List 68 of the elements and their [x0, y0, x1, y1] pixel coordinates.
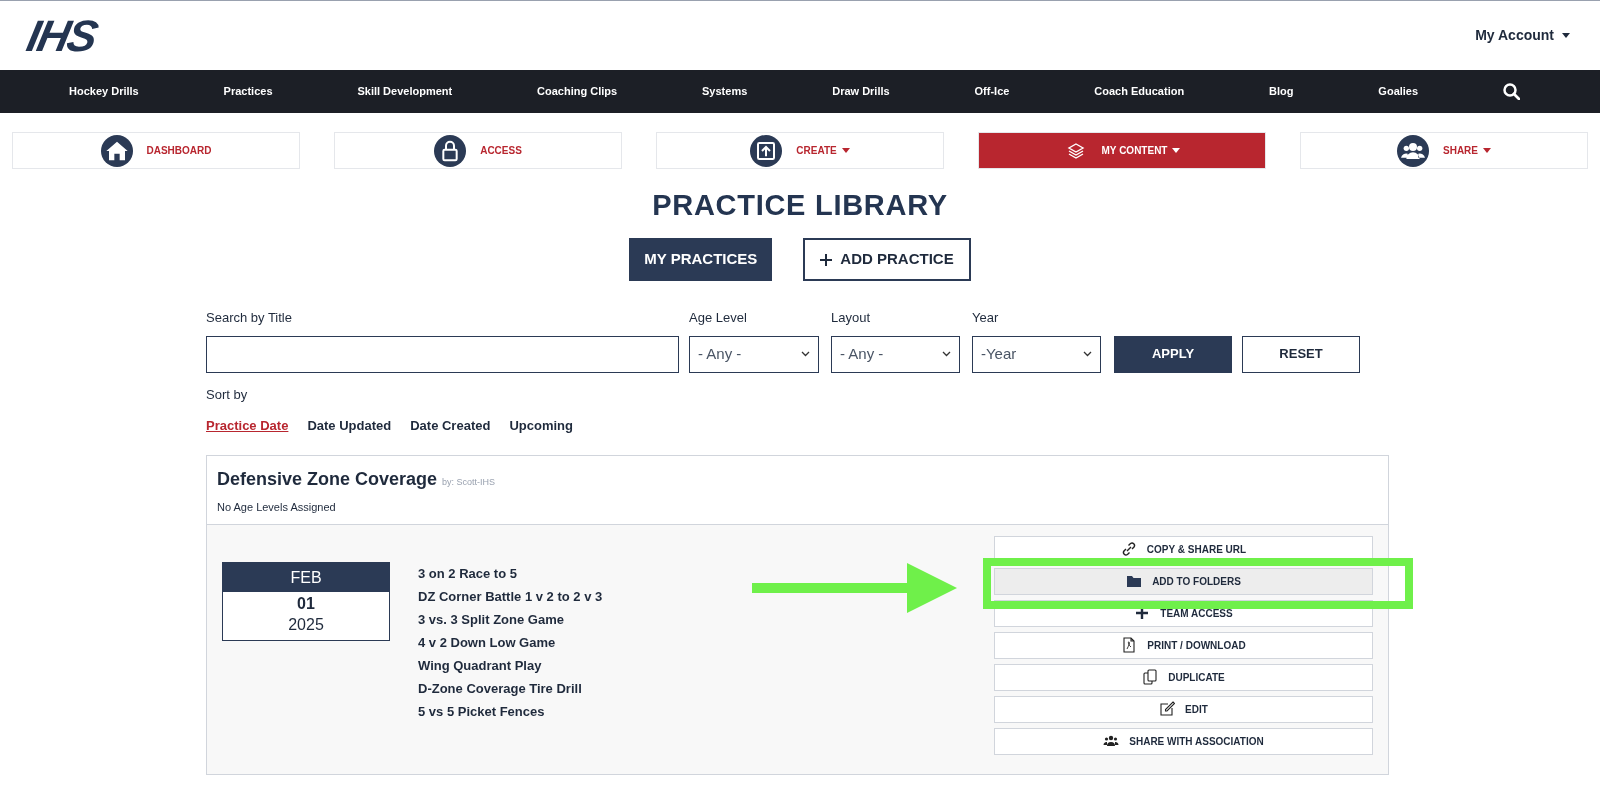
age-levels-text: No Age Levels Assigned [217, 499, 336, 515]
nav-link[interactable]: Hockey Drills [69, 83, 139, 100]
author-label: by: Scott-IHS [442, 475, 496, 489]
nav-link[interactable]: Practices [223, 83, 273, 100]
view-button[interactable]: ADD PRACTICE [803, 238, 971, 281]
search-icon[interactable] [1503, 83, 1520, 100]
action-button[interactable]: EDIT [994, 695, 1373, 723]
pdf-icon [1121, 637, 1138, 653]
select-dropdown[interactable]: - Any - [831, 335, 960, 373]
nav-tile[interactable]: DASHBOARD [12, 132, 300, 169]
nav-link[interactable]: Coaching Clips [537, 83, 618, 100]
sort-option[interactable]: Date Updated [307, 416, 392, 436]
date-day: 01 [223, 592, 389, 615]
apply-button[interactable]: APPLY [1114, 335, 1232, 373]
drill-title[interactable]: 4 v 2 Down Low Game [418, 633, 556, 652]
nav-tile[interactable]: MY CONTENT [978, 132, 1266, 169]
view-button[interactable]: MY PRACTICES [629, 238, 773, 281]
search-field[interactable] [206, 335, 679, 373]
action-button[interactable]: DUPLICATE [994, 663, 1373, 691]
nav-link[interactable]: Coach Education [1094, 83, 1185, 100]
copy-icon [1142, 669, 1159, 685]
chevron-icon [1083, 351, 1092, 357]
select-dropdown[interactable]: - Any - [689, 335, 819, 373]
sort-label: Sort by [206, 385, 248, 404]
reset-button[interactable]: RESET [1242, 335, 1360, 373]
sort-option[interactable]: Date Created [410, 416, 491, 436]
select-dropdown[interactable]: -Year [972, 335, 1101, 373]
action-button[interactable]: ADD TO FOLDERS [994, 567, 1373, 595]
action-button[interactable]: SHARE WITH ASSOCIATION [994, 727, 1373, 755]
action-button[interactable]: PRINT / DOWNLOAD [994, 631, 1373, 659]
practice-title[interactable]: Defensive Zone Coverage [217, 465, 438, 493]
account-menu[interactable]: My Account [1475, 25, 1570, 46]
nav-link[interactable]: Goalies [1378, 83, 1419, 100]
home-icon [100, 134, 133, 167]
field-label: Layout [831, 309, 871, 327]
sort-option[interactable]: Practice Date [206, 416, 289, 436]
site-logo[interactable]: IHS [21, 2, 103, 69]
drill-title[interactable]: 3 on 2 Race to 5 [418, 564, 517, 583]
upload-icon [750, 134, 783, 167]
nav-tile[interactable]: SHARE [1300, 132, 1588, 169]
drill-title[interactable]: DZ Corner Battle 1 v 2 to 2 v 3 [418, 587, 603, 606]
nav-tile[interactable]: CREATE [656, 132, 944, 169]
field-label: Year [972, 309, 999, 327]
field-label: Age Level [689, 309, 747, 327]
nav-link[interactable]: Skill Development [357, 83, 453, 100]
field-label: Search by Title [206, 309, 292, 327]
drill-title[interactable]: 5 vs 5 Picket Fences [418, 702, 545, 721]
drill-title[interactable]: D-Zone Coverage Tire Drill [418, 679, 582, 698]
nav-link[interactable]: Blog [1269, 83, 1294, 100]
link-icon [1120, 541, 1137, 557]
date-year: 2025 [287, 614, 325, 635]
people-icon [1103, 733, 1120, 749]
drill-title[interactable]: Wing Quadrant Play [418, 656, 542, 675]
folder-icon [1126, 573, 1143, 589]
drill-title[interactable]: 3 vs. 3 Split Zone Game [418, 610, 564, 629]
date-month: FEB [223, 562, 389, 592]
nav-link[interactable]: Off-Ice [974, 83, 1010, 100]
nav-tile[interactable]: ACCESS [334, 132, 622, 169]
page-title: PRACTICE LIBRARY [651, 188, 949, 223]
nav-link[interactable]: Draw Drills [832, 83, 890, 100]
chevron-icon [942, 351, 951, 357]
sort-option[interactable]: Upcoming [509, 416, 573, 436]
chevron-icon [801, 351, 810, 357]
caret-icon [1562, 33, 1570, 38]
lock-icon [434, 134, 467, 167]
edit-icon [1159, 701, 1176, 717]
nav-link[interactable]: Systems [702, 83, 748, 100]
people-icon [1397, 134, 1429, 167]
